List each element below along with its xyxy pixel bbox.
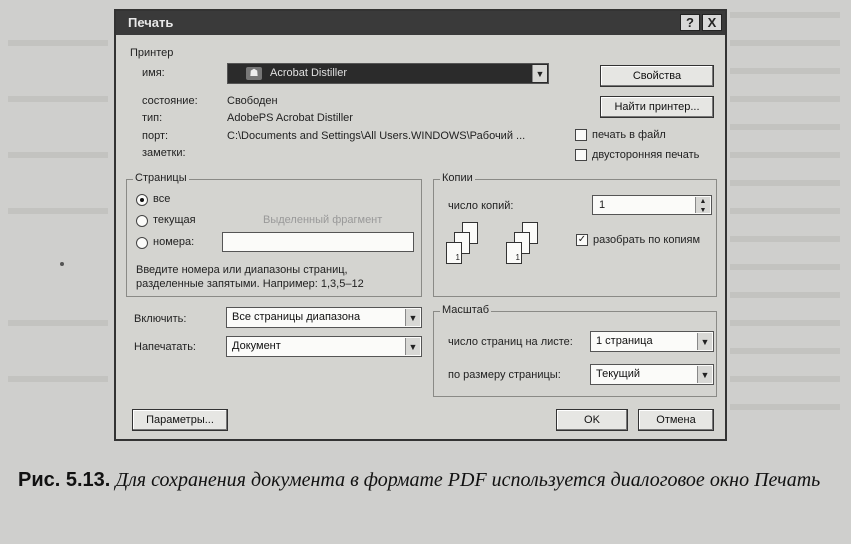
copies-group-label: Копии: [440, 172, 475, 184]
pages-numbers-radio[interactable]: [136, 237, 148, 249]
collate-checkbox[interactable]: ✓: [576, 234, 588, 246]
pages-per-sheet-value: 1 страница: [596, 335, 653, 347]
figure-caption: Рис. 5.13. Для сохранения документа в фо…: [18, 466, 838, 494]
printer-port-label: порт:: [142, 130, 169, 142]
pages-selection-label[interactable]: Выделенный фрагмент: [263, 214, 382, 226]
cancel-button[interactable]: Отмена: [638, 409, 714, 431]
printer-icon: ☗: [246, 67, 262, 80]
scale-to-label: по размеру страницы:: [448, 369, 561, 381]
copies-group: Копии число копий: 1 ▲ ▼ 1 1 ✓ разобрать …: [433, 172, 717, 297]
copies-count-input[interactable]: 1 ▲ ▼: [592, 195, 712, 215]
printer-status-value: Свободен: [227, 95, 278, 107]
print-dialog: Печать ? X Принтер имя: ☗ Acrobat Distil…: [114, 9, 727, 441]
print-to-file-checkbox[interactable]: [575, 129, 587, 141]
copies-spinner[interactable]: ▲ ▼: [695, 197, 710, 214]
print-what-value: Документ: [232, 340, 281, 352]
pages-current-label: текущая: [153, 214, 196, 226]
include-select[interactable]: Все страницы диапазона ▼: [226, 307, 422, 328]
pages-all-label: все: [153, 193, 171, 205]
printer-name-select[interactable]: ☗ Acrobat Distiller ▼: [227, 63, 549, 84]
chevron-down-icon[interactable]: ▼: [697, 333, 712, 350]
caption-number: Рис. 5.13.: [18, 469, 111, 491]
printer-type-value: AdobePS Acrobat Distiller: [227, 112, 353, 124]
copy-sheet-icon: 1: [506, 242, 522, 264]
printer-port-value: C:\Documents and Settings\All Users.WIND…: [227, 130, 526, 142]
copies-count-value: 1: [599, 199, 606, 211]
pages-per-sheet-label: число страниц на листе:: [448, 336, 573, 348]
chevron-down-icon[interactable]: ▼: [405, 338, 420, 355]
pages-group: Страницы все текущая Выделенный фрагмент…: [126, 172, 422, 297]
zoom-group: Масштаб число страниц на листе: 1 страни…: [433, 304, 717, 397]
find-printer-button[interactable]: Найти принтер...: [600, 96, 714, 118]
chevron-down-icon[interactable]: ▼: [697, 366, 712, 383]
zoom-group-label: Масштаб: [440, 304, 492, 316]
printer-status-label: состояние:: [142, 95, 198, 107]
include-label: Включить:: [134, 313, 187, 325]
collate-label: разобрать по копиям: [593, 234, 701, 246]
title-bar[interactable]: Печать ? X: [116, 11, 725, 35]
pages-current-radio[interactable]: [136, 215, 148, 227]
pages-group-label: Страницы: [133, 172, 189, 184]
pages-hint: Введите номера или диапазоны страниц, ра…: [136, 264, 364, 290]
include-value: Все страницы диапазона: [232, 311, 361, 323]
dialog-title: Печать: [128, 15, 174, 30]
printer-group-label: Принтер: [128, 47, 176, 59]
options-button[interactable]: Параметры...: [132, 409, 228, 431]
help-button[interactable]: ?: [680, 14, 700, 31]
print-what-label: Напечатать:: [134, 341, 196, 353]
scale-to-select[interactable]: Текущий ▼: [590, 364, 714, 385]
pages-all-radio[interactable]: [136, 194, 148, 206]
printer-name-label: имя:: [142, 67, 165, 79]
pages-numbers-input[interactable]: [222, 232, 414, 252]
printer-name-value: Acrobat Distiller: [270, 67, 348, 79]
ok-button[interactable]: OK: [556, 409, 628, 431]
print-to-file-label: печать в файл: [592, 129, 666, 141]
copy-sheet-icon: 1: [446, 242, 462, 264]
chevron-down-icon[interactable]: ▼: [532, 65, 547, 82]
properties-button[interactable]: Свойства: [600, 65, 714, 87]
copies-count-label: число копий:: [448, 200, 514, 212]
caption-text: Для сохранения документа в формате PDF и…: [115, 469, 821, 491]
printer-type-label: тип:: [142, 112, 163, 124]
chevron-down-icon[interactable]: ▼: [405, 309, 420, 326]
printer-comment-label: заметки:: [142, 147, 186, 159]
close-button[interactable]: X: [702, 14, 722, 31]
bullet-dot: [60, 262, 64, 266]
duplex-checkbox[interactable]: [575, 149, 587, 161]
duplex-label: двусторонняя печать: [592, 149, 700, 161]
scale-to-value: Текущий: [596, 368, 640, 380]
pages-per-sheet-select[interactable]: 1 страница ▼: [590, 331, 714, 352]
pages-numbers-label: номера:: [153, 236, 195, 248]
print-what-select[interactable]: Документ ▼: [226, 336, 422, 357]
